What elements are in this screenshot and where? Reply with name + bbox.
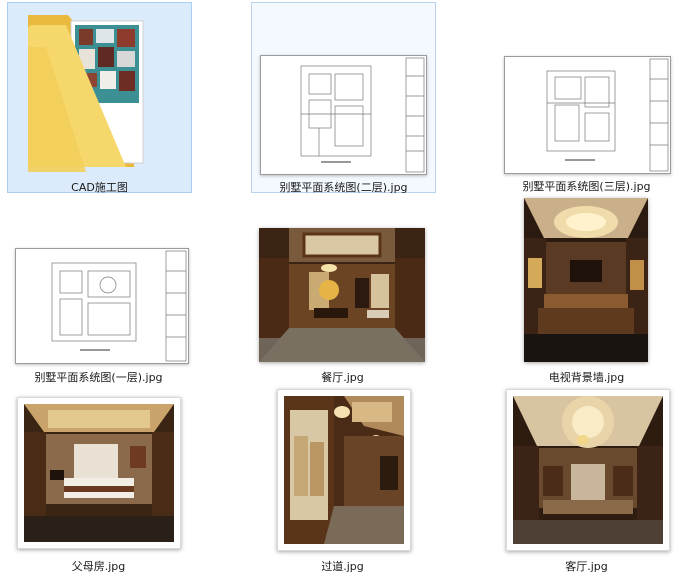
file-tile-dining-room[interactable]: 餐厅.jpg: [251, 196, 434, 385]
floorplan-icon: [504, 56, 671, 174]
folder-icon: [26, 7, 146, 177]
dining-room-photo: [259, 228, 425, 362]
file-tile-folder[interactable]: CAD施工图: [7, 2, 192, 194]
file-label: 客厅.jpg: [565, 560, 608, 573]
file-tile-living-room[interactable]: 客厅.jpg: [494, 389, 679, 574]
file-tile-corridor[interactable]: 过道.jpg: [251, 389, 434, 574]
floorplan-icon: [260, 55, 427, 175]
file-label: 电视背景墙.jpg: [548, 371, 625, 384]
file-tile-bedroom[interactable]: 父母房.jpg: [7, 391, 190, 574]
file-label: 父母房.jpg: [71, 560, 126, 573]
file-label: CAD施工图: [71, 181, 128, 194]
file-label: 别墅平面系统图(一层).jpg: [34, 371, 163, 384]
file-tile-plan-2f[interactable]: 别墅平面系统图(二层).jpg: [251, 2, 436, 194]
file-label: 过道.jpg: [321, 560, 364, 573]
bedroom-photo: [17, 397, 181, 549]
file-tile-plan-1f[interactable]: 别墅平面系统图(一层).jpg: [7, 196, 190, 385]
file-label: 别墅平面系统图(二层).jpg: [279, 181, 408, 194]
file-tile-tv-wall[interactable]: 电视背景墙.jpg: [494, 196, 679, 385]
file-tile-plan-3f[interactable]: 别墅平面系统图(三层).jpg: [494, 2, 679, 193]
corridor-photo: [277, 389, 411, 551]
tv-wall-photo: [524, 198, 648, 362]
file-label: 别墅平面系统图(三层).jpg: [522, 180, 651, 193]
file-label: 餐厅.jpg: [321, 371, 364, 384]
living-room-photo: [506, 389, 670, 551]
floorplan-icon: [15, 248, 189, 364]
